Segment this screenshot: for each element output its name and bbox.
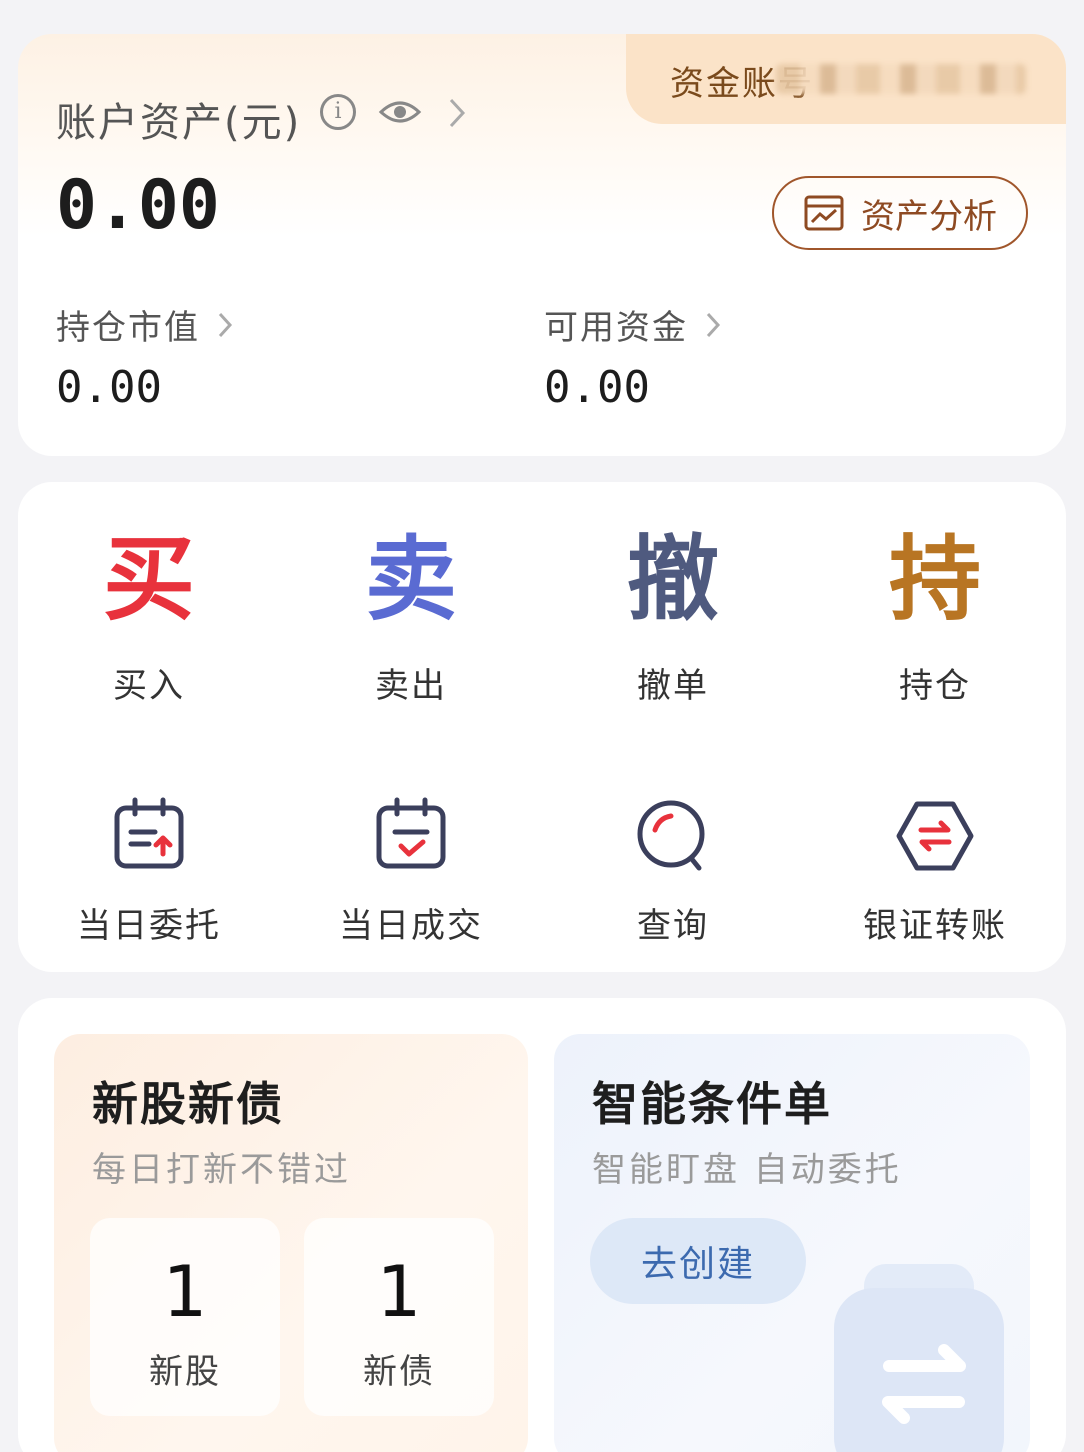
new-bonds-count: 1 (376, 1251, 422, 1333)
sell-label: 卖出 (375, 666, 447, 706)
calendar-check-icon (376, 797, 446, 869)
cancel-char-icon: 撤 (626, 526, 719, 633)
asset-analysis-label: 资产分析 (861, 196, 997, 237)
new-stocks-label: 新股 (149, 1352, 221, 1392)
account-card: 资金账号 账户资产(元) i 0.00 资产分析 持仓市值 0.00 可用资金 … (18, 34, 1066, 456)
new-bonds-label: 新债 (363, 1352, 435, 1392)
conditional-title: 智能条件单 (592, 1077, 832, 1131)
masked-account-number (776, 64, 1026, 94)
assets-title: 账户资产(元) (56, 100, 302, 146)
info-icon[interactable]: i (320, 94, 356, 130)
transfer-hexagon-icon (896, 801, 974, 871)
asset-analysis-button[interactable]: 资产分析 (772, 176, 1028, 250)
chevron-right-icon (218, 312, 233, 337)
sell-char-icon: 卖 (364, 526, 457, 633)
market-value-label: 持仓市值 (56, 308, 200, 348)
calendar-upload-icon (114, 797, 184, 869)
account-switch-tab[interactable]: 资金账号 (626, 34, 1066, 124)
positions-button[interactable]: 持 持仓 (804, 530, 1066, 707)
new-stocks-box[interactable]: 1 新股 (90, 1218, 280, 1416)
conditional-subtitle: 智能盯盘 自动委托 (592, 1150, 902, 1190)
transfer-decoration-icon (834, 1264, 1004, 1452)
chevron-right-icon[interactable] (446, 96, 468, 130)
create-conditional-button[interactable]: 去创建 (590, 1218, 806, 1304)
cancel-order-label: 撤单 (637, 666, 709, 706)
conditional-order-panel[interactable]: 智能条件单 智能盯盘 自动委托 去创建 (554, 1034, 1030, 1452)
buy-button[interactable]: 买 买入 (18, 530, 280, 707)
total-assets-value: 0.00 (56, 166, 220, 245)
today-trades-label: 当日成交 (339, 906, 483, 946)
ipo-subtitle: 每日打新不错过 (92, 1150, 351, 1190)
available-funds-value: 0.00 (544, 362, 650, 413)
chevron-right-icon (706, 312, 721, 337)
available-funds-label: 可用资金 (544, 308, 688, 348)
today-orders-label: 当日委托 (77, 906, 221, 946)
cancel-order-button[interactable]: 撤 撤单 (542, 530, 804, 707)
analysis-chart-icon (804, 195, 844, 231)
feature-card: 新股新债 每日打新不错过 1 新股 1 新债 智能条件单 智能盯盘 自动委托 去… (18, 998, 1066, 1452)
sell-button[interactable]: 卖 卖出 (280, 530, 542, 707)
positions-label: 持仓 (899, 666, 971, 706)
ipo-title: 新股新债 (92, 1077, 284, 1131)
positions-char-icon: 持 (888, 526, 981, 633)
market-value-link[interactable]: 持仓市值 (56, 300, 234, 349)
trade-card: 买 买入 卖 卖出 撤 撤单 持 持仓 当日委托 当日成交 查询 银证转账 (18, 482, 1066, 972)
eye-icon[interactable] (378, 92, 422, 132)
today-trades-button[interactable]: 当日成交 (280, 796, 542, 947)
buy-label: 买入 (113, 666, 185, 706)
available-funds-link[interactable]: 可用资金 (544, 300, 722, 349)
search-icon (637, 800, 705, 871)
market-value: 0.00 (56, 362, 162, 413)
buy-char-icon: 买 (102, 526, 195, 633)
ipo-panel[interactable]: 新股新债 每日打新不错过 1 新股 1 新债 (54, 1034, 528, 1452)
new-bonds-box[interactable]: 1 新债 (304, 1218, 494, 1416)
query-label: 查询 (637, 906, 709, 946)
today-orders-button[interactable]: 当日委托 (18, 796, 280, 947)
query-button[interactable]: 查询 (542, 796, 804, 947)
new-stocks-count: 1 (162, 1251, 208, 1333)
bank-transfer-button[interactable]: 银证转账 (804, 796, 1066, 947)
bank-transfer-label: 银证转账 (863, 906, 1007, 946)
